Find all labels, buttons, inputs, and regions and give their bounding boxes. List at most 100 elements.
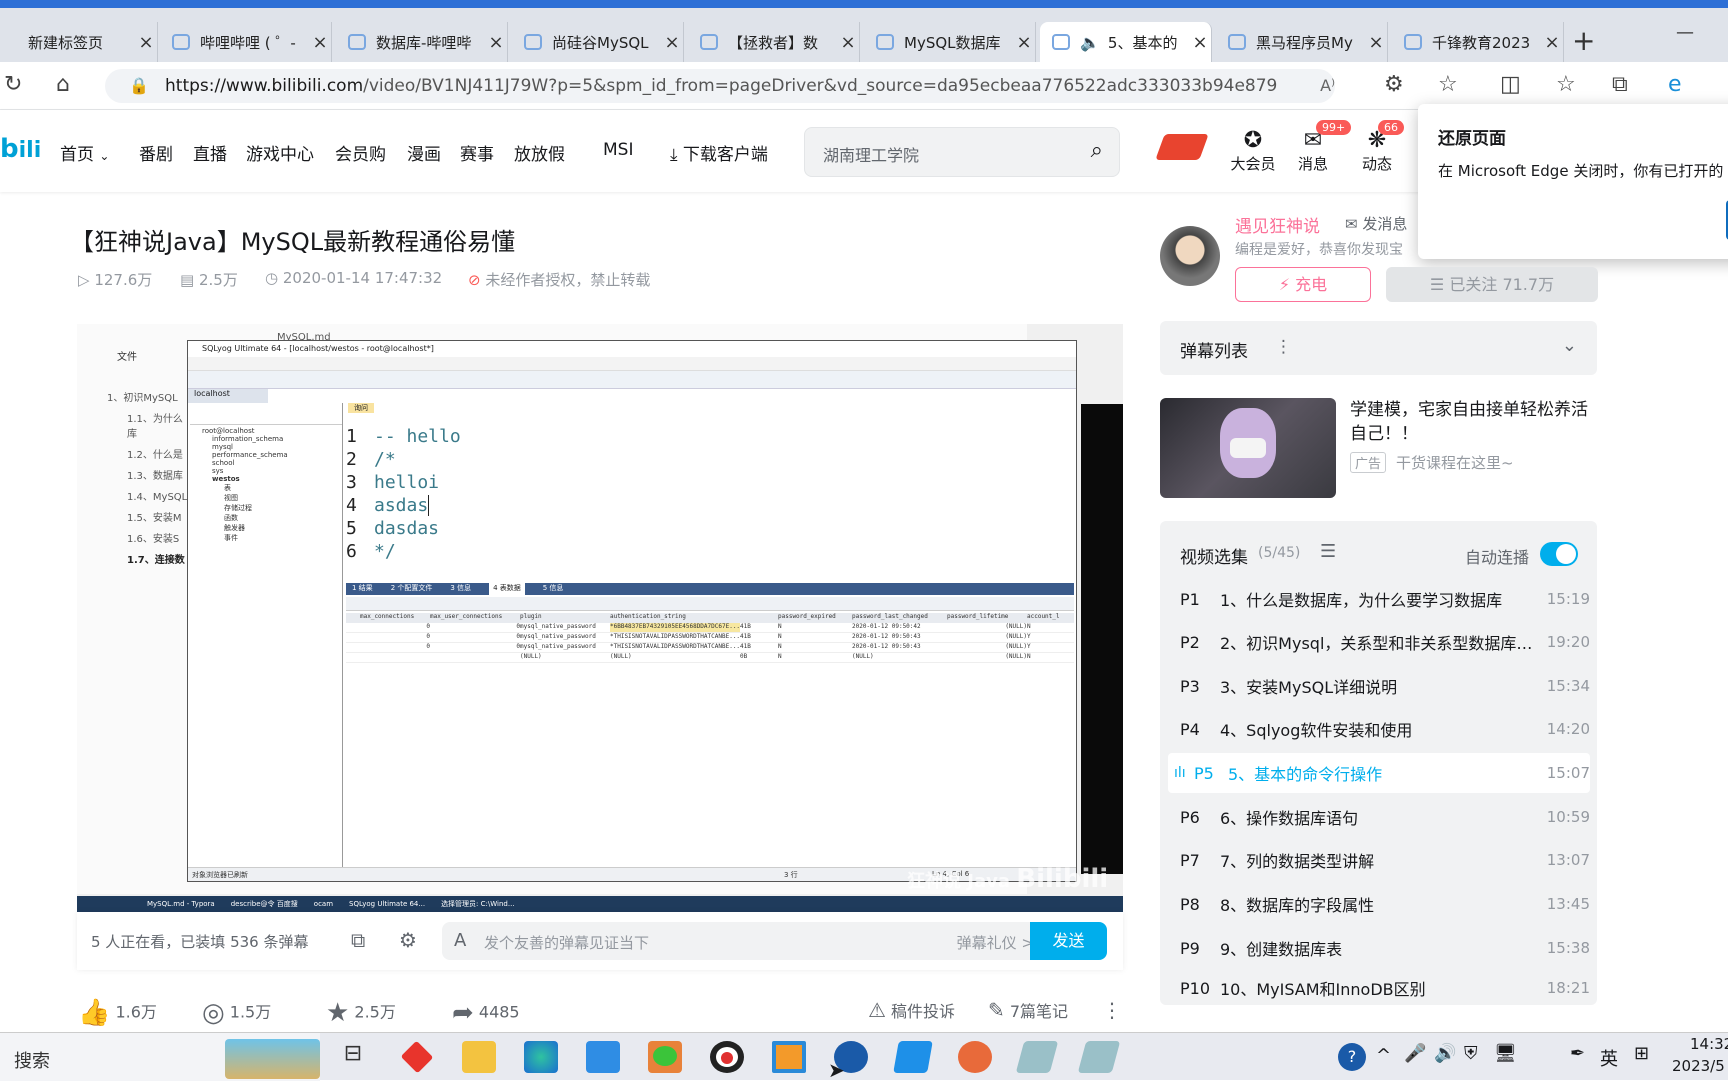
video-player[interactable]: 文件 MySQL.md 1、初识MySQL 1.1、为什么 库 1.2、什么是 …: [77, 324, 1123, 912]
record-icon[interactable]: [710, 1041, 744, 1073]
favorite-add-icon[interactable]: ☆: [1438, 72, 1458, 97]
security-icon[interactable]: ⛨: [1464, 1043, 1478, 1064]
minimize-button[interactable]: —: [1676, 22, 1694, 43]
edge-taskbar-icon[interactable]: [524, 1041, 558, 1073]
clock-date[interactable]: 2023/5: [1672, 1057, 1725, 1075]
pen-icon[interactable]: ✒: [1570, 1043, 1585, 1064]
episode-item[interactable]: P3 3、安装MySQL详细说明 15:34: [1180, 666, 1590, 706]
close-icon[interactable]: ×: [837, 32, 859, 53]
table-row[interactable]: 0 0 mysql_native_password *6BB4837EB7432910…: [346, 623, 1074, 633]
danmaku-list-panel[interactable]: 弹幕列表 ⋮ ⌄: [1160, 321, 1597, 375]
feishu-icon[interactable]: [893, 1041, 933, 1073]
read-aloud-icon[interactable]: A⁾: [1320, 69, 1335, 103]
more-vertical-icon[interactable]: ⋮: [1275, 337, 1292, 357]
split-screen-icon[interactable]: ◫: [1500, 72, 1521, 97]
nav-esports[interactable]: 赛事: [460, 140, 494, 165]
chevron-down-icon[interactable]: ⌄: [1562, 335, 1577, 356]
favorites-icon[interactable]: ☆: [1556, 72, 1576, 97]
ad-card[interactable]: 学建模，宅家自由接单轻松养活自己！！ 广告 干货课程在这里~: [1160, 398, 1597, 498]
search-input[interactable]: 湖南理工学院 ⌕: [804, 127, 1120, 177]
big-event-banner-icon[interactable]: [1155, 134, 1209, 160]
more-icon[interactable]: ⋮: [1102, 998, 1122, 1022]
address-bar[interactable]: 🔒 https://www.bilibili.com/video/BV1NJ41…: [105, 69, 1335, 103]
episode-item[interactable]: P4 4、Sqlyog软件安装和使用 14:20: [1180, 709, 1590, 749]
episode-item[interactable]: P8 8、数据库的字段属性 13:45: [1180, 884, 1590, 924]
file-explorer-icon[interactable]: [462, 1041, 496, 1073]
send-message-button[interactable]: ✉ 发消息: [1345, 213, 1407, 234]
refresh-icon[interactable]: ↻: [4, 72, 22, 97]
coin-button[interactable]: ◎ 1.5万: [202, 998, 271, 1028]
home-icon[interactable]: ⌂: [56, 72, 70, 97]
speaker-icon[interactable]: 🔈: [1080, 33, 1100, 52]
ime-mode-icon[interactable]: ⊞: [1634, 1043, 1649, 1064]
show-hidden-icons[interactable]: ^: [1376, 1045, 1391, 1066]
browser-tab-9[interactable]: 千锋教育2023 ×: [1392, 22, 1564, 62]
close-icon[interactable]: ×: [135, 32, 157, 53]
nav-bangumi[interactable]: 番剧: [139, 140, 173, 165]
close-icon[interactable]: ×: [661, 32, 683, 53]
snail-app-icon[interactable]: [958, 1041, 992, 1073]
episode-item[interactable]: P1 1、什么是数据库，为什么要学习数据库 15:19: [1180, 579, 1590, 619]
volume-icon[interactable]: 🔊: [1434, 1043, 1456, 1064]
bilibili-logo[interactable]: bili: [0, 134, 41, 164]
close-icon[interactable]: ×: [1541, 32, 1563, 53]
browser-tab-6[interactable]: MySQL数据库 ×: [864, 22, 1036, 62]
send-button[interactable]: 发送: [1030, 922, 1107, 960]
close-icon[interactable]: ×: [309, 32, 331, 53]
app-red-icon[interactable]: [400, 1040, 434, 1074]
nav-game-center[interactable]: 游戏中心: [246, 140, 314, 165]
help-icon[interactable]: ?: [1338, 1043, 1366, 1071]
browser-tab-2[interactable]: 哔哩哔哩 ( ゜- ×: [160, 22, 332, 62]
danmaku-etiquette-link[interactable]: 弹幕礼仪 >: [957, 932, 1034, 953]
notes-button[interactable]: ✎ 7篇笔记: [988, 998, 1068, 1022]
danmaku-toggle-icon[interactable]: ⧉: [351, 928, 365, 952]
followed-button[interactable]: ☰ 已关注 71.7万: [1386, 267, 1598, 302]
edge-icon[interactable]: e: [1668, 72, 1682, 97]
app-glass-icon-2[interactable]: [1077, 1041, 1121, 1073]
wechat-icon[interactable]: [648, 1041, 682, 1073]
new-tab-button[interactable]: +: [1572, 24, 1595, 57]
browser-tab-3[interactable]: 数据库-哔哩哔 ×: [336, 22, 508, 62]
nav-msi[interactable]: MSI: [603, 140, 633, 160]
text-style-icon[interactable]: A: [454, 930, 466, 951]
app-glass-icon[interactable]: [1015, 1041, 1059, 1073]
close-icon[interactable]: ×: [485, 32, 507, 53]
charge-button[interactable]: ⚡ 充电: [1235, 267, 1371, 302]
browser-tab-8[interactable]: 黑马程序员My ×: [1216, 22, 1388, 62]
microphone-icon[interactable]: 🎤: [1404, 1043, 1426, 1064]
favorite-button[interactable]: ★ 2.5万: [326, 998, 396, 1028]
app-window-icon[interactable]: [772, 1041, 806, 1073]
table-row[interactable]: 0 0 mysql_native_password *THISISNOTAVALIDP…: [346, 633, 1074, 643]
browser-tab-5[interactable]: 【拯救者】数 ×: [688, 22, 860, 62]
close-icon[interactable]: ×: [1189, 32, 1211, 53]
episode-item[interactable]: P2 2、初识Mysql，关系型和非关系型数据库… 19:20: [1180, 622, 1590, 662]
task-view-icon[interactable]: ⊟: [336, 1041, 370, 1073]
close-icon[interactable]: ×: [1013, 32, 1035, 53]
extension-icon[interactable]: ⚙: [1384, 72, 1404, 97]
search-icon[interactable]: ⌕: [1091, 138, 1103, 163]
autoplay-toggle[interactable]: [1540, 542, 1578, 566]
episode-item[interactable]: P7 7、列的数据类型讲解 13:07: [1180, 840, 1590, 880]
uploader-name[interactable]: 遇见狂神说: [1235, 212, 1320, 237]
browser-tab-1[interactable]: 新建标签页 ×: [0, 22, 158, 62]
list-view-icon[interactable]: ☰: [1320, 541, 1336, 562]
browser-tab-7-active[interactable]: 🔈 5、基本的 ×: [1040, 22, 1212, 62]
danmaku-input[interactable]: A 发个友善的弹幕见证当下 弹幕礼仪 >: [442, 922, 1048, 960]
episode-item[interactable]: P6 6、操作数据库语句 10:59: [1180, 797, 1590, 837]
episode-item-current[interactable]: ılı P5 5、基本的命令行操作 15:07: [1168, 753, 1590, 793]
vip-button[interactable]: ✪ 大会员: [1228, 128, 1278, 174]
like-button[interactable]: 👍 1.6万: [78, 998, 157, 1028]
collections-icon[interactable]: ⧉: [1612, 72, 1628, 97]
nav-holiday[interactable]: 放放假: [514, 140, 565, 165]
taskbar-search[interactable]: 搜索: [0, 1033, 320, 1081]
photos-icon[interactable]: [586, 1041, 620, 1073]
browser-tab-4[interactable]: 尚硅谷MySQL ×: [512, 22, 684, 62]
danmaku-settings-icon[interactable]: ⚙: [399, 928, 417, 952]
ime-language[interactable]: 英: [1600, 1045, 1618, 1071]
episode-item[interactable]: P10 10、MyISAM和InnoDB区别 18:21: [1180, 972, 1590, 1004]
nav-manga[interactable]: 漫画: [407, 140, 441, 165]
episode-item[interactable]: P9 9、创建数据库表 15:38: [1180, 928, 1590, 968]
nav-home[interactable]: 首页 ⌄: [60, 140, 109, 165]
nav-membership-shop[interactable]: 会员购: [335, 140, 386, 165]
report-button[interactable]: ⚠ 稿件投诉: [868, 998, 955, 1022]
